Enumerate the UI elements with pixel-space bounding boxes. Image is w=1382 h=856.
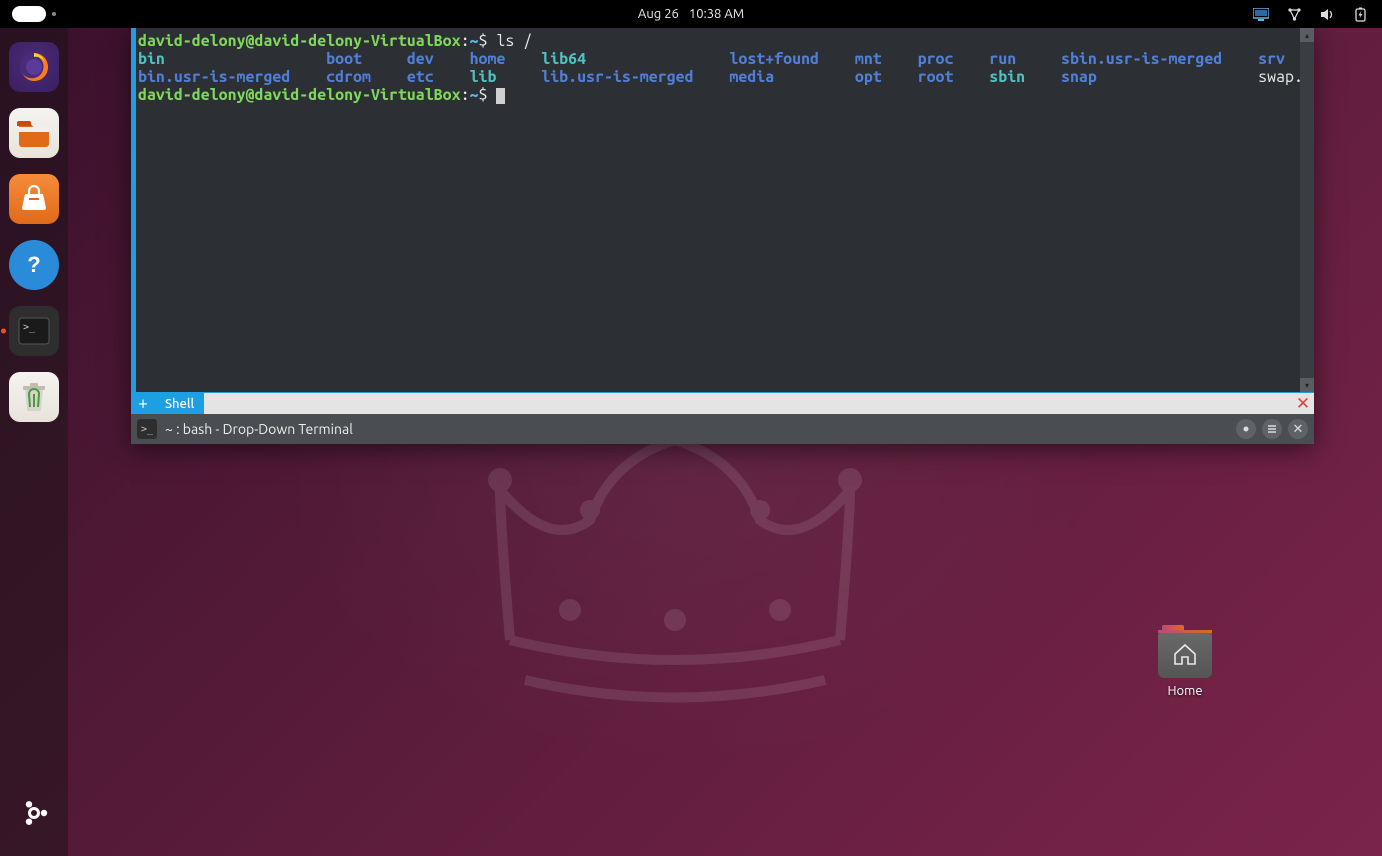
scrollbar-up-icon[interactable]: ▴: [1300, 28, 1314, 42]
wallpaper-crown-icon: [430, 400, 920, 740]
close-window-button[interactable]: ✕: [1288, 419, 1308, 439]
terminal-output[interactable]: david-delony@david-delony-VirtualBox:~$ …: [136, 28, 1300, 392]
dock: ? >_: [0, 28, 68, 856]
battery-icon[interactable]: [1353, 7, 1368, 22]
plus-icon: +: [138, 394, 148, 413]
dock-show-apps[interactable]: [9, 788, 59, 838]
dock-item-help[interactable]: ?: [9, 240, 59, 290]
close-icon: ✕: [1296, 394, 1310, 414]
software-icon: [19, 184, 49, 214]
terminal-tab-strip: + Shell ✕: [131, 392, 1314, 414]
ubuntu-logo-icon: [17, 796, 51, 830]
help-icon: ?: [21, 252, 47, 278]
home-folder-icon: [1158, 630, 1212, 678]
terminal-icon: >_: [137, 419, 157, 439]
dock-item-software[interactable]: [9, 174, 59, 224]
dock-item-terminal[interactable]: >_: [9, 306, 59, 356]
circle-dot-icon: [1241, 424, 1251, 434]
close-tab-button[interactable]: ✕: [1292, 393, 1314, 414]
dock-item-trash[interactable]: [9, 372, 59, 422]
terminal-scrollbar[interactable]: ▴ ▾: [1300, 28, 1314, 392]
tab-label: Shell: [165, 397, 194, 411]
workspace-dot-icon: [52, 12, 56, 16]
time-text: 10:38 AM: [689, 7, 744, 21]
date-text: Aug 26: [638, 7, 679, 21]
minimize-button[interactable]: [1236, 419, 1256, 439]
desktop-icon-label: Home: [1167, 684, 1202, 698]
svg-text:>_: >_: [23, 322, 36, 333]
firefox-icon: [15, 48, 53, 86]
terminal-title-bar[interactable]: >_ ~ : bash - Drop-Down Terminal ✕: [131, 414, 1314, 444]
network-icon[interactable]: [1287, 7, 1302, 22]
trash-icon: [20, 381, 48, 413]
terminal-icon: >_: [18, 317, 50, 345]
activities-pill-icon: [12, 6, 46, 22]
top-bar: Aug 26 10:38 AM: [0, 0, 1382, 28]
clock[interactable]: Aug 26 10:38 AM: [638, 7, 744, 21]
desktop-icon-home[interactable]: Home: [1150, 630, 1220, 698]
dock-item-files[interactable]: [9, 108, 59, 158]
dock-item-firefox[interactable]: [9, 42, 59, 92]
scrollbar-down-icon[interactable]: ▾: [1300, 378, 1314, 392]
system-tray[interactable]: [1253, 7, 1382, 22]
window-title: ~ : bash - Drop-Down Terminal: [165, 421, 353, 437]
volume-icon[interactable]: [1320, 8, 1335, 21]
window-controls: ✕: [1236, 419, 1308, 439]
terminal-viewport: david-delony@david-delony-VirtualBox:~$ …: [131, 28, 1314, 392]
terminal-tab-shell[interactable]: Shell: [155, 393, 204, 414]
menu-lines-icon: [1267, 424, 1277, 434]
activities-area[interactable]: [0, 6, 56, 22]
files-icon: [17, 118, 51, 148]
close-x-icon: ✕: [1293, 422, 1304, 437]
dropdown-terminal-window: david-delony@david-delony-VirtualBox:~$ …: [131, 28, 1314, 444]
maximize-button[interactable]: [1262, 419, 1282, 439]
screen-icon[interactable]: [1253, 8, 1269, 21]
svg-text:?: ?: [27, 252, 40, 277]
new-tab-button[interactable]: +: [131, 393, 155, 414]
